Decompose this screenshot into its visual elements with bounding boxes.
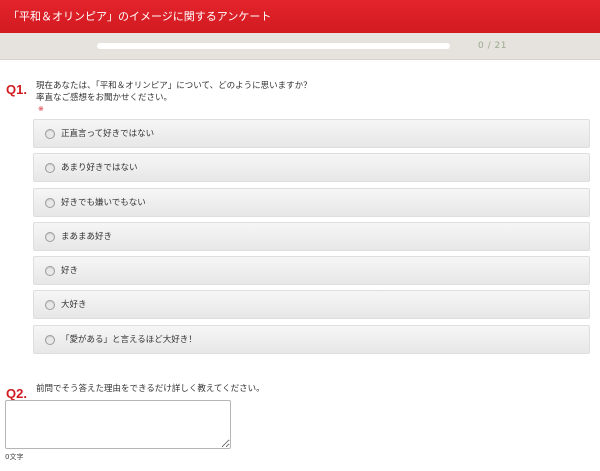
- progress-bar: [97, 43, 450, 49]
- question-1-text: 現在あなたは、「平和＆オリンピア」について、どのように思いますか？ 率直なご感想…: [36, 80, 312, 104]
- radio-button[interactable]: [45, 231, 55, 242]
- radio-button[interactable]: [45, 197, 55, 208]
- radio-button[interactable]: [45, 266, 55, 277]
- option-7[interactable]: 「愛がある」と言えるほど大好き！: [33, 324, 590, 354]
- option-3[interactable]: 好きでも嫌いでもない: [33, 187, 590, 217]
- option-2[interactable]: あまり好きではない: [33, 153, 590, 183]
- progress-area: 0 / 21: [0, 33, 600, 60]
- radio-button[interactable]: [45, 129, 55, 139]
- question-1-text-line1: 現在あなたは、「平和＆オリンピア」について、どのように思いますか？: [36, 81, 312, 91]
- option-5[interactable]: 好き: [33, 256, 590, 286]
- question-1-number: Q1.: [6, 82, 27, 97]
- char-counter: 0文字: [5, 453, 24, 461]
- option-label: 好きでも嫌いでもない: [61, 197, 146, 208]
- required-mark: ※: [38, 105, 44, 113]
- option-4[interactable]: まあまあ好き: [33, 221, 590, 251]
- option-label: 「愛がある」と言えるほど大好き！: [61, 334, 197, 345]
- progress-counter: 0 / 21: [478, 41, 507, 51]
- question-1-text-line2: 率直なご感想をお聞かせください。: [36, 93, 173, 103]
- option-1[interactable]: 正直言って好きではない: [33, 119, 590, 148]
- question-2-text: 前問でそう答えた理由をできるだけ詳しく教えてください。: [36, 384, 265, 394]
- option-label: あまり好きではない: [61, 163, 138, 174]
- radio-button[interactable]: [45, 300, 55, 311]
- option-label: 正直言って好きではない: [61, 129, 155, 139]
- question-1-options: 正直言って好きではない あまり好きではない 好きでも嫌いでもない まあまあ好き …: [33, 119, 590, 359]
- option-label: 大好き: [61, 300, 87, 311]
- radio-button[interactable]: [45, 334, 55, 345]
- option-label: 好き: [61, 266, 79, 277]
- survey-header: 「平和＆オリンピア」のイメージに関するアンケート: [0, 0, 600, 33]
- radio-button[interactable]: [45, 163, 55, 174]
- question-2-number: Q2.: [6, 386, 27, 401]
- survey-title: 「平和＆オリンピア」のイメージに関するアンケート: [8, 10, 272, 23]
- reason-textarea[interactable]: [5, 400, 231, 449]
- option-6[interactable]: 大好き: [33, 290, 590, 320]
- option-label: まあまあ好き: [61, 231, 113, 242]
